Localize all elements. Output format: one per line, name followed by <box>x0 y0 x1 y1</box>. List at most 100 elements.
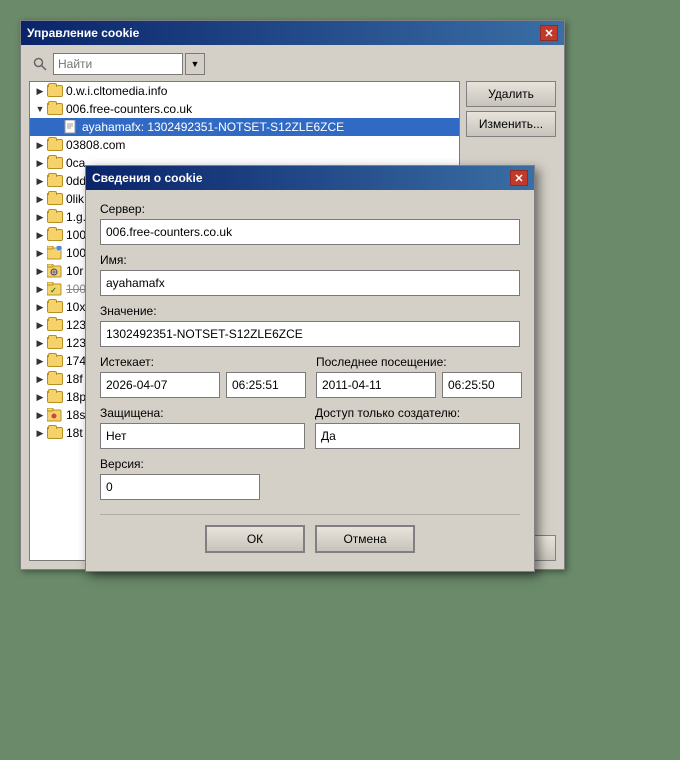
lastvisit-label: Последнее посещение: <box>316 355 522 369</box>
name-input[interactable] <box>100 270 520 296</box>
tree-arrow: ▶ <box>34 139 46 151</box>
tree-item-label: 100 <box>66 282 86 296</box>
tree-arrow: ▶ <box>34 85 46 97</box>
expires-col: Истекает: <box>100 355 306 398</box>
tree-arrow: ▶ <box>34 193 46 205</box>
folder-icon <box>47 138 63 152</box>
folder-icon <box>47 102 63 116</box>
file-svg <box>64 120 78 134</box>
expires-time-input[interactable] <box>226 372 306 398</box>
tree-item-label: 03808.com <box>66 138 125 152</box>
tree-item-label: 10x <box>66 300 85 314</box>
protected-input[interactable] <box>100 423 305 449</box>
protected-label: Защищена: <box>100 406 305 420</box>
edit-button[interactable]: Изменить... <box>466 111 556 137</box>
folder-check-icon: ✓ <box>47 282 63 296</box>
tree-item-label: ayahamafx: 1302492351-NOTSET-S12ZLE6ZCE <box>82 120 344 134</box>
folder-special2-icon <box>47 408 63 422</box>
main-title-bar: Управление cookie ✕ <box>21 21 564 45</box>
access-col: Доступ только создателю: <box>315 406 520 449</box>
cancel-button[interactable]: Отмена <box>315 525 415 553</box>
tree-item-label: 0ca <box>66 156 85 170</box>
tree-item-label: 100 <box>66 228 86 242</box>
detail-buttons-row: ОК Отмена <box>100 514 520 559</box>
tree-item-label: 006.free-counters.co.uk <box>66 102 192 116</box>
expires-date-time <box>100 372 306 398</box>
tree-item-selected[interactable]: ▶ ayahamafx: 1302492351-NOTSET-S12ZLE6ZC… <box>30 118 459 136</box>
name-label: Имя: <box>100 253 520 267</box>
search-dropdown[interactable]: ▼ <box>185 53 205 75</box>
svg-text:✓: ✓ <box>50 286 57 295</box>
protected-col: Защищена: <box>100 406 305 449</box>
version-input[interactable] <box>100 474 260 500</box>
search-icon-wrap <box>29 53 51 75</box>
version-label: Версия: <box>100 457 520 471</box>
delete-button[interactable]: Удалить <box>466 81 556 107</box>
tree-arrow: ▶ <box>34 391 46 403</box>
lastvisit-date-input[interactable] <box>316 372 436 398</box>
file-icon <box>63 120 79 134</box>
tree-item-label: 0lik <box>66 192 84 206</box>
expires-label: Истекает: <box>100 355 306 369</box>
tree-arrow: ▶ <box>34 283 46 295</box>
folder-special-icon <box>47 246 63 260</box>
search-input[interactable] <box>53 53 183 75</box>
folder-icon <box>47 210 63 224</box>
tree-item[interactable]: ▶ 0.w.i.cltomedia.info <box>30 82 459 100</box>
protected-access-row: Защищена: Доступ только создателю: <box>100 406 520 449</box>
detail-body: Сервер: Имя: Значение: Истекает: Последн… <box>86 190 534 571</box>
tree-arrow: ▶ <box>34 337 46 349</box>
main-close-button[interactable]: ✕ <box>540 25 558 41</box>
check-folder-svg: ✓ <box>47 282 63 296</box>
access-input[interactable] <box>315 423 520 449</box>
tree-item-label: 18s <box>66 408 85 422</box>
lastvisit-date-time <box>316 372 522 398</box>
value-input[interactable] <box>100 321 520 347</box>
expires-date-input[interactable] <box>100 372 220 398</box>
tree-item-label: 18f <box>66 372 83 386</box>
tree-arrow: ▶ <box>34 319 46 331</box>
server-label: Сервер: <box>100 202 520 216</box>
folder-icon <box>47 372 63 386</box>
tree-item[interactable]: ▼ 006.free-counters.co.uk <box>30 100 459 118</box>
folder-icon <box>47 174 63 188</box>
globe-folder-icon <box>47 264 63 278</box>
tree-arrow: ▶ <box>34 373 46 385</box>
folder-icon <box>47 192 63 206</box>
tree-item[interactable]: ▶ 03808.com <box>30 136 459 154</box>
ok-button[interactable]: ОК <box>205 525 305 553</box>
detail-title-bar: Сведения о cookie ✕ <box>86 166 534 190</box>
access-label: Доступ только создателю: <box>315 406 520 420</box>
lastvisit-col: Последнее посещение: <box>316 355 522 398</box>
tree-item-label: 18t <box>66 426 83 440</box>
special2-svg <box>47 408 63 422</box>
folder-icon <box>47 426 63 440</box>
tree-item-label: 100 <box>66 246 86 260</box>
folder-icon <box>47 300 63 314</box>
tree-arrow: ▶ <box>34 157 46 169</box>
expires-lastvisit-row: Истекает: Последнее посещение: <box>100 355 520 398</box>
main-title: Управление cookie <box>27 26 139 40</box>
tree-arrow: ▶ <box>34 427 46 439</box>
tree-item-label: 10r <box>66 264 83 278</box>
server-input[interactable] <box>100 219 520 245</box>
dropdown-arrow: ▼ <box>191 59 200 69</box>
folder-icon <box>47 354 63 368</box>
tree-arrow: ▶ <box>34 247 46 259</box>
tree-arrow: ▼ <box>34 103 46 115</box>
tree-item-label: 0.w.i.cltomedia.info <box>66 84 167 98</box>
tree-item-label: 174 <box>66 354 86 368</box>
folder-icon <box>47 390 63 404</box>
detail-dialog: Сведения о cookie ✕ Сервер: Имя: Значени… <box>85 165 535 572</box>
tree-item-label: 1.g. <box>66 210 86 224</box>
tree-arrow: ▶ <box>34 301 46 313</box>
detail-close-button[interactable]: ✕ <box>510 170 528 186</box>
tree-arrow: ▶ <box>34 211 46 223</box>
folder-icon <box>47 318 63 332</box>
tree-arrow: ▶ <box>34 355 46 367</box>
tree-item-label: 0dd <box>66 174 86 188</box>
lastvisit-time-input[interactable] <box>442 372 522 398</box>
tree-arrow: ▶ <box>34 175 46 187</box>
value-label: Значение: <box>100 304 520 318</box>
detail-title: Сведения о cookie <box>92 171 203 185</box>
